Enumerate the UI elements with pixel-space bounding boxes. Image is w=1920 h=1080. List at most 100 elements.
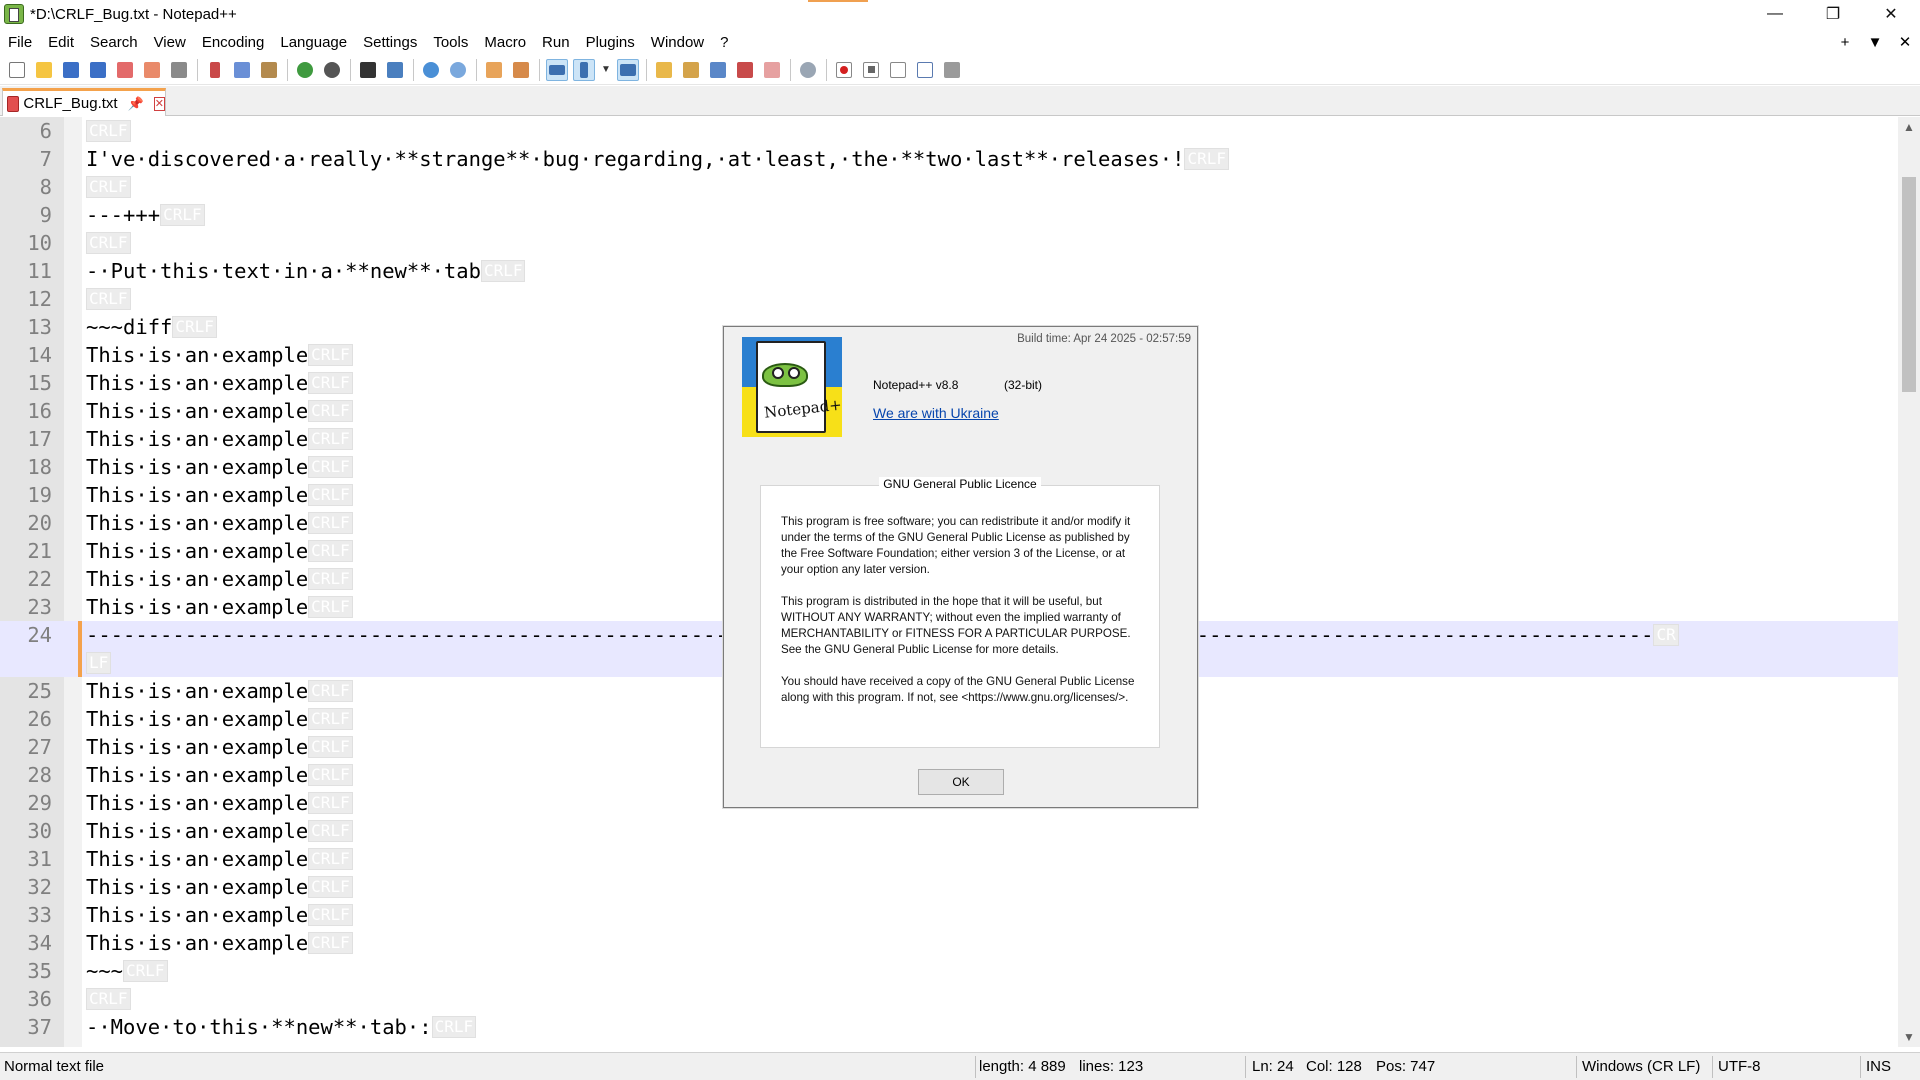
open-file-icon[interactable] (33, 59, 55, 81)
editor-line[interactable]: 35 ~~~ CRLF (0, 957, 1898, 985)
eol-marker: CRLF (160, 204, 205, 226)
scroll-down-icon[interactable]: ▼ (1898, 1027, 1920, 1047)
run-macro-multiple-icon[interactable] (914, 59, 936, 81)
doc-map-icon[interactable] (680, 59, 702, 81)
ok-button[interactable]: OK (918, 769, 1004, 795)
line-text: This·is·an·example CRLF (86, 901, 353, 929)
close-document-icon[interactable]: ✕ (1890, 33, 1920, 51)
line-number: 35 (27, 959, 52, 983)
editor-line[interactable]: 36 CRLF (0, 985, 1898, 1013)
preview-icon[interactable] (797, 59, 819, 81)
editor-line[interactable]: 32 This·is·an·example CRLF (0, 873, 1898, 901)
sync-horizontal-icon[interactable] (510, 59, 532, 81)
line-number: 22 (27, 567, 52, 591)
restore-button[interactable]: ❐ (1804, 0, 1862, 28)
editor-line[interactable]: 6 CRLF (0, 117, 1898, 145)
stop-macro-icon[interactable] (860, 59, 882, 81)
bitness-label: (32-bit) (1004, 378, 1043, 392)
menu-language[interactable]: Language (272, 34, 355, 51)
find-icon[interactable] (357, 59, 379, 81)
editor-line[interactable]: 31 This·is·an·example CRLF (0, 845, 1898, 873)
menu-file[interactable]: File (0, 34, 40, 51)
cut-icon[interactable] (204, 59, 226, 81)
editor-line[interactable]: 9 ---+++ CRLF (0, 201, 1898, 229)
editor-line[interactable]: 8 CRLF (0, 173, 1898, 201)
print-icon[interactable] (168, 59, 190, 81)
new-tab-plus-icon[interactable]: + (1830, 34, 1860, 51)
menu-settings[interactable]: Settings (355, 34, 425, 51)
play-macro-icon[interactable] (887, 59, 909, 81)
editor-line[interactable]: 12 CRLF (0, 285, 1898, 313)
editor-line[interactable]: 10 CRLF (0, 229, 1898, 257)
line-text: This·is·an·example CRLF (86, 453, 353, 481)
line-number: 24 (27, 623, 52, 647)
menu-macro[interactable]: Macro (476, 34, 534, 51)
eol-marker: CRLF (86, 232, 131, 254)
show-all-chars-icon[interactable] (573, 58, 595, 81)
word-wrap-icon[interactable] (546, 58, 568, 81)
folder-workspace-icon[interactable] (734, 59, 756, 81)
menu-edit[interactable]: Edit (40, 34, 82, 51)
line-text: This·is·an·example CRLF (86, 565, 353, 593)
close-all-icon[interactable] (141, 59, 163, 81)
status-eol-format[interactable]: Windows (CR LF) (1578, 1053, 1700, 1080)
editor-line[interactable]: 11 -·Put·this·text·in·a·**new**·tab CRLF (0, 257, 1898, 285)
menu-help[interactable]: ? (712, 34, 736, 51)
toolbar-separator (287, 58, 288, 81)
status-bar: Normal text file length: 4 889 lines: 12… (0, 1052, 1920, 1080)
menu-search[interactable]: Search (82, 34, 146, 51)
window-controls: — ❐ ✕ (1746, 0, 1920, 28)
menu-encoding[interactable]: Encoding (194, 34, 273, 51)
line-number: 29 (27, 791, 52, 815)
replace-icon[interactable] (384, 59, 406, 81)
ukraine-link[interactable]: We are with Ukraine (873, 405, 999, 421)
editor-line[interactable]: 33 This·is·an·example CRLF (0, 901, 1898, 929)
pin-icon[interactable]: 📌 (128, 96, 144, 112)
menu-plugins[interactable]: Plugins (578, 34, 643, 51)
zoom-out-icon[interactable] (447, 59, 469, 81)
editor-line[interactable]: 7 I've·discovered·a·really·**strange**·bu… (0, 145, 1898, 173)
menu-view[interactable]: View (146, 34, 194, 51)
function-list-icon[interactable] (707, 59, 729, 81)
sync-vertical-icon[interactable] (483, 59, 505, 81)
editor-line[interactable]: 34 This·is·an·example CRLF (0, 929, 1898, 957)
minimize-button[interactable]: — (1746, 0, 1804, 28)
tab-crlf-bug[interactable]: CRLF_Bug.txt 📌 ✕ (2, 88, 166, 116)
gpl-text: This program is free software; you can r… (781, 514, 1146, 722)
eol-marker: CRLF (308, 456, 353, 478)
record-macro-icon[interactable] (833, 59, 855, 81)
udl-icon[interactable] (653, 59, 675, 81)
new-file-icon[interactable] (6, 59, 28, 81)
vertical-scrollbar[interactable]: ▲ ▼ (1898, 117, 1920, 1047)
copy-icon[interactable] (231, 59, 253, 81)
tab-close-icon[interactable]: ✕ (153, 96, 165, 111)
scroll-up-icon[interactable]: ▲ (1898, 117, 1920, 137)
line-text: This·is·an·example CRLF (86, 817, 353, 845)
close-icon[interactable] (114, 59, 136, 81)
zoom-in-icon[interactable] (420, 59, 442, 81)
tab-list-dropdown-icon[interactable]: ▼ (1860, 34, 1890, 51)
redo-icon[interactable] (321, 59, 343, 81)
status-insert-mode[interactable]: INS (1862, 1053, 1891, 1080)
save-icon[interactable] (60, 59, 82, 81)
close-window-button[interactable]: ✕ (1862, 0, 1920, 28)
monitoring-icon[interactable] (761, 59, 783, 81)
about-dialog: Notepad++ Build time: Apr 24 2025 - 02:5… (723, 326, 1198, 808)
indent-guide-icon[interactable] (617, 58, 639, 81)
save-macro-icon[interactable] (941, 59, 963, 81)
paste-icon[interactable] (258, 59, 280, 81)
editor-line[interactable]: 30 This·is·an·example CRLF (0, 817, 1898, 845)
menu-window[interactable]: Window (643, 34, 712, 51)
scrollbar-thumb[interactable] (1902, 177, 1916, 392)
line-number: 17 (27, 427, 52, 451)
menu-tools[interactable]: Tools (425, 34, 476, 51)
undo-icon[interactable] (294, 59, 316, 81)
editor-line[interactable]: 37 -·Move·to·this·**new**·tab·: CRLF (0, 1013, 1898, 1041)
save-all-icon[interactable] (87, 59, 109, 81)
menu-run[interactable]: Run (534, 34, 578, 51)
dropdown-icon[interactable]: ▼ (600, 59, 612, 81)
toolbar-separator (826, 58, 827, 81)
line-text: CRLF (86, 285, 131, 313)
version-label: Notepad++ v8.8 (873, 378, 959, 392)
status-encoding[interactable]: UTF-8 (1714, 1053, 1761, 1080)
